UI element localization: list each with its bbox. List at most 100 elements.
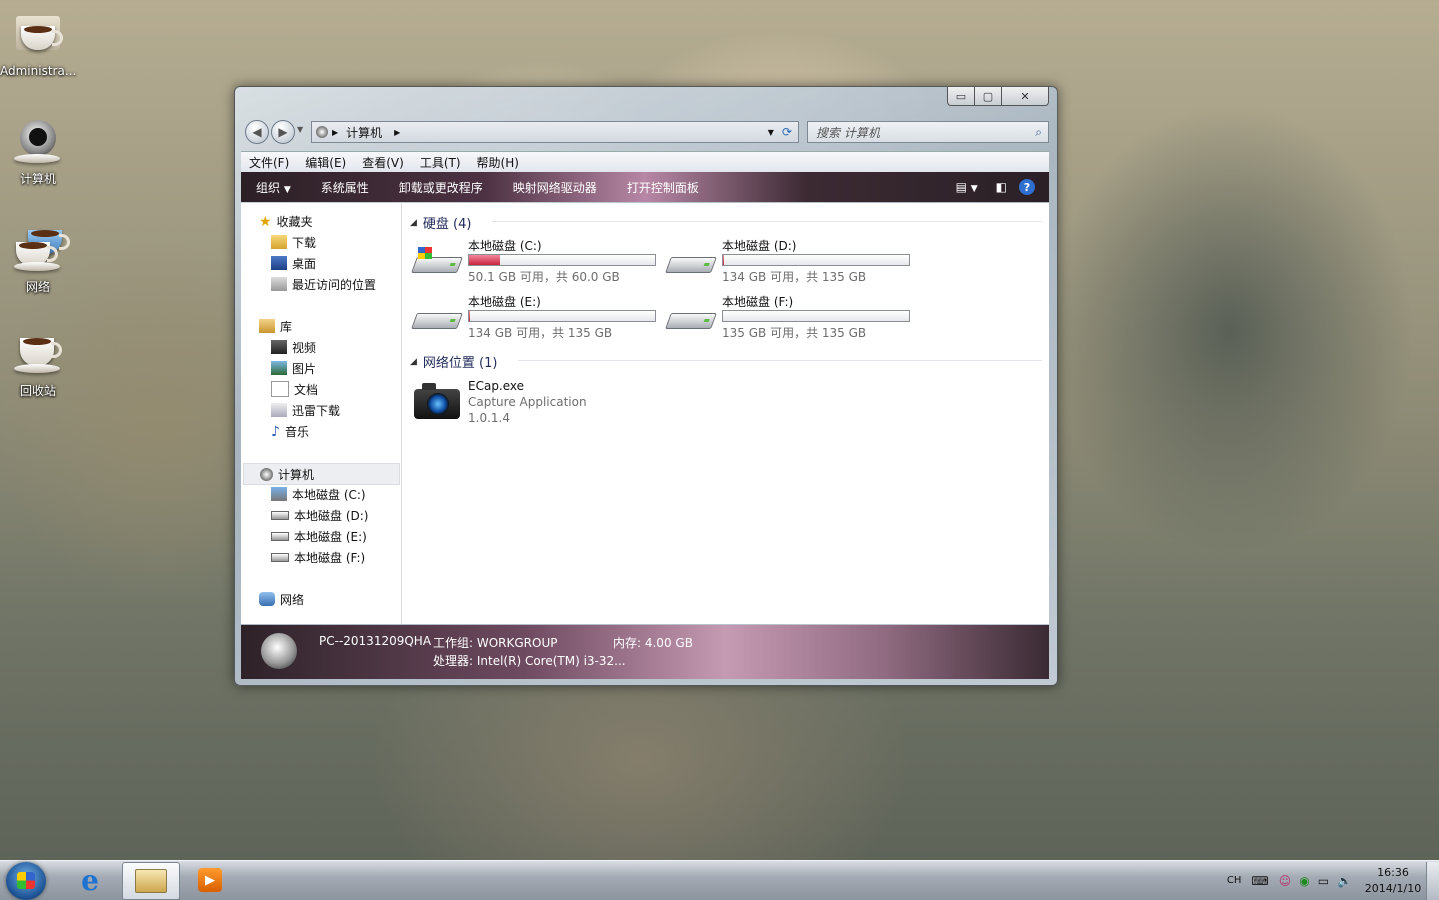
- hard-drive-icon: [665, 307, 717, 331]
- drive-free-space: 135 GB 可用，共 135 GB: [722, 326, 867, 340]
- system-tray: CH ⌨ ☺ ◉ ▭ 🔈 16:36 2014/1/10: [1227, 861, 1439, 900]
- network-item-ecap[interactable]: ECap.exe Capture Application 1.0.1.4: [412, 379, 662, 439]
- collapse-icon[interactable]: ◢: [410, 357, 417, 367]
- search-placeholder: 搜索 计算机: [816, 125, 880, 140]
- breadcrumb-separator-icon[interactable]: ▶: [394, 128, 400, 137]
- nav-pictures[interactable]: 图片: [271, 358, 316, 378]
- map-network-drive-button[interactable]: 映射网络驱动器: [498, 179, 612, 196]
- desktop-icon-label: 网络: [25, 280, 50, 294]
- menu-help[interactable]: 帮助(H): [469, 154, 527, 171]
- address-bar[interactable]: ▶ 计算机 ▶ ▼ ⟳: [311, 121, 799, 143]
- help-icon: ?: [1023, 180, 1031, 194]
- close-button[interactable]: ✕: [1002, 87, 1049, 106]
- refresh-icon[interactable]: ⟳: [782, 125, 792, 139]
- organize-label: 组织: [256, 180, 281, 195]
- nav-desktop[interactable]: 桌面: [271, 253, 316, 273]
- nav-label: 收藏夹: [276, 214, 313, 229]
- system-properties-button[interactable]: 系统属性: [306, 179, 384, 196]
- forward-arrow-icon: ▶: [278, 125, 288, 139]
- nav-drive-f[interactable]: 本地磁盘 (F:): [271, 547, 365, 567]
- view-options-button[interactable]: ▤ ▼: [950, 180, 984, 194]
- pc-name: PC--20131209QHA: [319, 634, 432, 648]
- drive-usage-bar: [722, 310, 910, 322]
- organize-button[interactable]: 组织 ▼: [241, 179, 306, 196]
- drive-d[interactable]: 本地磁盘 (D:) 134 GB 可用，共 135 GB: [665, 237, 916, 289]
- nav-network[interactable]: 网络: [259, 589, 304, 609]
- drive-name: 本地磁盘 (F:): [722, 295, 794, 309]
- navigation-pane: ★ 收藏夹 下载 桌面 最近访问的位置 库 视频 图片 文档 迅雷下载 ♪ 音乐 计…: [241, 203, 402, 624]
- search-input[interactable]: 搜索 计算机 ⌕: [807, 121, 1049, 143]
- chevron-down-icon: ▼: [283, 184, 291, 195]
- nav-drive-c[interactable]: 本地磁盘 (C:): [271, 484, 366, 504]
- drive-e[interactable]: 本地磁盘 (E:) 134 GB 可用，共 135 GB: [411, 293, 662, 345]
- hard-drive-icon: [271, 552, 289, 562]
- desktop-icon-network[interactable]: 网络: [0, 226, 76, 295]
- breadcrumb-computer[interactable]: 计算机: [346, 124, 382, 141]
- menu-edit[interactable]: 编辑(E): [297, 154, 354, 171]
- nav-videos[interactable]: 视频: [271, 337, 316, 357]
- volume-icon[interactable]: 🔈: [1337, 874, 1352, 888]
- explorer-window: ▭ ▢ ✕ ◀ ▶ ▼ ▶ 计算机 ▶ ▼ ⟳ 搜索 计算机 ⌕ 文件(F) 编…: [234, 86, 1058, 686]
- nav-documents[interactable]: 文档: [271, 379, 318, 399]
- group-header-network-locations[interactable]: ◢ 网络位置 (1): [410, 352, 1042, 371]
- recent-places-icon: [271, 277, 287, 291]
- drive-free-space: 134 GB 可用，共 135 GB: [722, 270, 867, 284]
- maximize-button[interactable]: ▢: [975, 87, 1002, 106]
- taskbar-media-player[interactable]: ▶: [182, 862, 238, 898]
- nav-drive-d[interactable]: 本地磁盘 (D:): [271, 505, 368, 525]
- drive-f[interactable]: 本地磁盘 (F:) 135 GB 可用，共 135 GB: [665, 293, 916, 345]
- drive-usage-bar: [468, 254, 656, 266]
- desktop-icon-recycle-bin[interactable]: 回收站: [0, 330, 76, 399]
- nav-label: 最近访问的位置: [292, 277, 377, 292]
- preview-pane-icon: ◧: [995, 180, 1007, 194]
- forward-button[interactable]: ▶: [271, 120, 295, 144]
- recent-pages-icon[interactable]: ▼: [297, 125, 303, 134]
- address-dropdown-icon[interactable]: ▼: [768, 128, 774, 137]
- menu-view[interactable]: 查看(V): [354, 154, 412, 171]
- network-item-name: ECap.exe: [468, 379, 525, 393]
- memory: 内存: 4.00 GB: [613, 636, 693, 650]
- menu-tools[interactable]: 工具(T): [412, 154, 469, 171]
- group-header-hard-disks[interactable]: ◢ 硬盘 (4): [410, 213, 1042, 232]
- uninstall-program-button[interactable]: 卸载或更改程序: [384, 179, 498, 196]
- nav-recent-places[interactable]: 最近访问的位置: [271, 274, 376, 294]
- chevron-down-icon: ▼: [970, 184, 978, 194]
- open-control-panel-button[interactable]: 打开控制面板: [612, 179, 714, 196]
- nav-label: 桌面: [292, 256, 317, 271]
- nav-downloads[interactable]: 下载: [271, 232, 316, 252]
- clock[interactable]: 16:36 2014/1/10: [1360, 865, 1426, 897]
- internet-explorer-icon: e: [81, 863, 99, 897]
- desktop-icon: [271, 256, 287, 270]
- nav-thunder-downloads[interactable]: 迅雷下载: [271, 400, 340, 420]
- nav-music[interactable]: ♪ 音乐: [271, 421, 309, 441]
- breadcrumb-separator-icon[interactable]: ▶: [332, 128, 338, 137]
- nav-drive-e[interactable]: 本地磁盘 (E:): [271, 526, 367, 546]
- start-button[interactable]: [6, 862, 46, 900]
- preview-pane-button[interactable]: ◧: [984, 180, 1019, 194]
- search-icon[interactable]: ⌕: [1035, 125, 1042, 140]
- language-indicator[interactable]: CH: [1227, 875, 1242, 886]
- view-icon: ▤: [955, 180, 967, 194]
- back-button[interactable]: ◀: [245, 120, 269, 144]
- tray-security-icon[interactable]: ◉: [1299, 874, 1309, 888]
- help-button[interactable]: ?: [1019, 179, 1035, 195]
- menu-file[interactable]: 文件(F): [241, 154, 297, 171]
- nav-libraries[interactable]: 库: [259, 316, 292, 336]
- keyboard-icon[interactable]: ⌨: [1251, 874, 1268, 888]
- collapse-icon[interactable]: ◢: [410, 218, 417, 228]
- show-desktop-button[interactable]: [1426, 861, 1439, 900]
- nav-favorites[interactable]: ★ 收藏夹: [259, 211, 313, 231]
- drive-free-space: 50.1 GB 可用，共 60.0 GB: [468, 270, 620, 284]
- drive-c[interactable]: 本地磁盘 (C:) 50.1 GB 可用，共 60.0 GB: [411, 237, 662, 289]
- nav-computer[interactable]: 计算机: [243, 463, 400, 485]
- minimize-button[interactable]: ▭: [947, 87, 975, 106]
- taskbar-internet-explorer[interactable]: e: [62, 862, 118, 898]
- network-status-icon[interactable]: ▭: [1318, 874, 1329, 888]
- clock-date: 2014/1/10: [1364, 881, 1422, 895]
- hard-drive-icon: [271, 531, 289, 541]
- taskbar-windows-explorer[interactable]: [122, 862, 180, 900]
- command-bar: 组织 ▼ 系统属性 卸载或更改程序 映射网络驱动器 打开控制面板 ▤ ▼ ◧ ?: [241, 172, 1049, 202]
- desktop-icon-administrator[interactable]: Administra...: [0, 12, 76, 78]
- tray-app-icon[interactable]: ☺: [1279, 874, 1292, 888]
- desktop-icon-computer[interactable]: 计算机: [0, 118, 76, 187]
